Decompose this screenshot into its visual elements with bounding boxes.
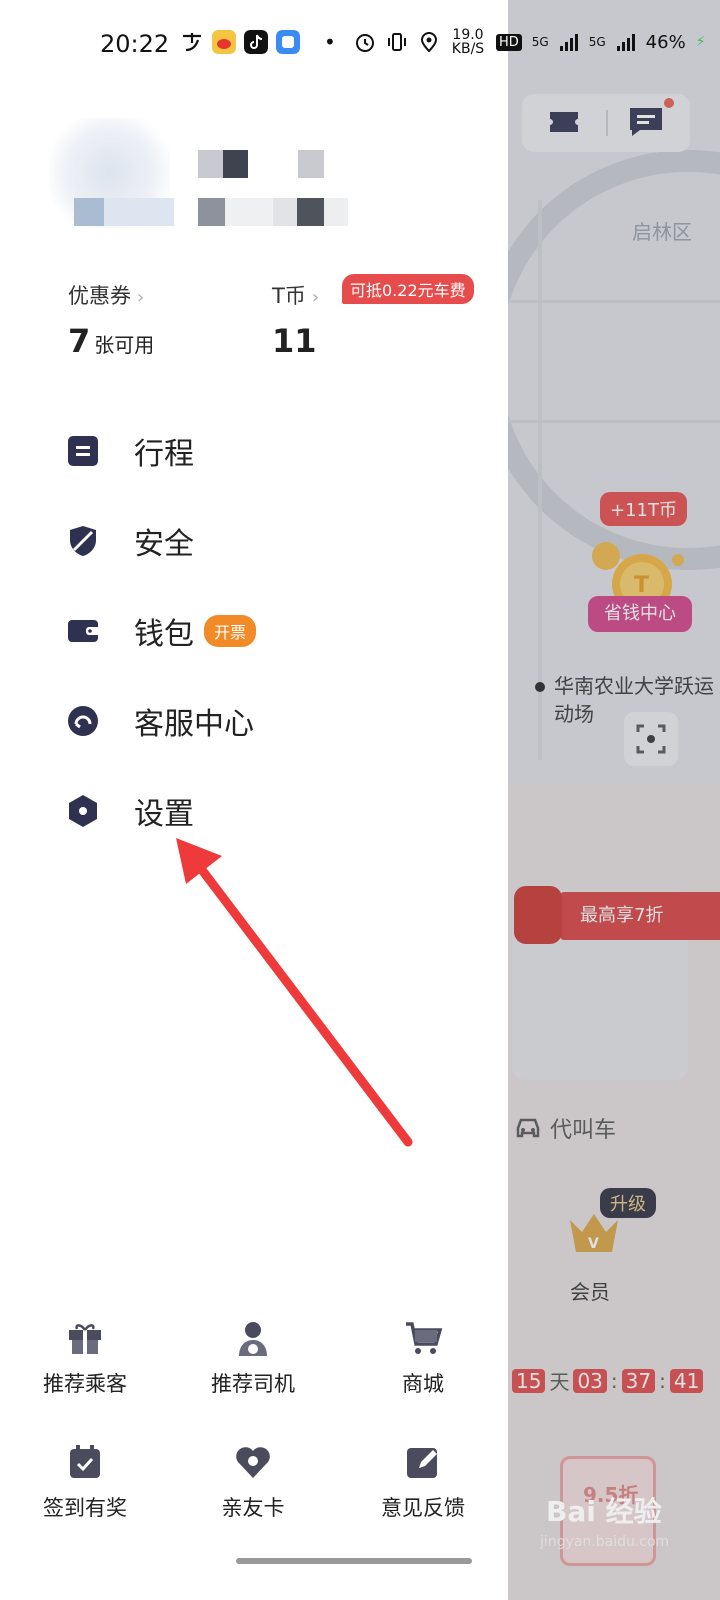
watermark-url: jingyan.baidu.com [540, 1534, 670, 1550]
dim-overlay[interactable] [508, 0, 720, 1600]
coupon-link[interactable]: 优惠券 › [68, 280, 144, 310]
tcoin-value[interactable]: 11 [272, 322, 317, 360]
menu-label-wallet: 钱包 [134, 617, 194, 652]
grid-item-refer-driver[interactable]: 推荐司机 [168, 1318, 338, 1398]
home-indicator[interactable] [236, 1558, 472, 1564]
grid-item-checkin[interactable]: 签到有奖 [0, 1442, 170, 1522]
more-notifications-dot: • [324, 30, 336, 54]
watermark: Bai 经验 [546, 1495, 662, 1528]
system-icons: 19.0 KB/S HD 5G 5G 46% ⚡ [354, 28, 706, 56]
phone-blur [74, 198, 174, 226]
grid-item-family-card[interactable]: 亲友卡 [168, 1442, 338, 1522]
tcoin-link[interactable]: T币 › [272, 280, 319, 310]
coupon-count-value: 7 [68, 322, 91, 360]
menu-item-safety[interactable]: 安全 [66, 496, 486, 586]
heart-icon [236, 1447, 270, 1478]
grid-label: 商城 [402, 1372, 444, 1396]
grid-label: 意见反馈 [381, 1496, 465, 1520]
gift-icon [69, 1324, 101, 1354]
wallet-summary: 优惠券 › 7 张可用 T币 › 可抵0.22元车费 11 [68, 274, 488, 366]
tcoin-tag: 可抵0.22元车费 [342, 274, 474, 304]
side-drawer: 优惠券 › 7 张可用 T币 › 可抵0.22元车费 11 行程 安全 钱包 开… [0, 0, 508, 1600]
invoice-badge: 开票 [204, 615, 257, 647]
sim1-type: 5G [531, 35, 549, 49]
sim2-type: 5G [588, 35, 606, 49]
menu-item-settings[interactable]: 设置 [66, 766, 486, 856]
grid-item-feedback[interactable]: 意见反馈 [338, 1442, 508, 1522]
menu-label-service: 客服中心 [134, 707, 254, 742]
edit-icon [407, 1448, 437, 1478]
grid-label: 签到有奖 [43, 1496, 127, 1520]
map-background: 启林区 +11T币 T 省钱中心 华南农业大学跃运动场 最高享7折 代叫车 升级… [508, 0, 720, 1600]
drawer-menu: 行程 安全 钱包 开票 客服中心 设置 [66, 406, 486, 856]
signal-icon [559, 34, 578, 51]
username-blur [198, 150, 248, 178]
menu-label-trips: 行程 [134, 437, 194, 472]
menu-label-safety: 安全 [134, 527, 194, 562]
menu-label-settings: 设置 [134, 797, 194, 832]
driver-icon [239, 1322, 267, 1356]
battery-level: 46% [645, 31, 686, 53]
location-icon [420, 32, 438, 53]
tcoin-label: T币 [272, 284, 306, 308]
shopping-cart-icon [406, 1322, 443, 1354]
grid-item-refer-passenger[interactable]: 推荐乘客 [0, 1318, 170, 1398]
clock: 20:22 [100, 30, 170, 58]
username-blur [298, 150, 324, 178]
coupon-label: 优惠券 [68, 284, 131, 308]
charging-icon: ⚡ [695, 34, 706, 50]
hd-icon: HD [496, 33, 522, 51]
notification-icons: • [180, 30, 336, 54]
gear-icon [69, 795, 97, 827]
menu-item-trips[interactable]: 行程 [66, 406, 486, 496]
vibrate-icon [388, 33, 406, 51]
alarm-icon [356, 34, 374, 52]
chevron-right-icon: › [311, 287, 320, 308]
wallet-icon [68, 620, 100, 642]
chevron-right-icon: › [137, 287, 145, 308]
grid-label: 推荐司机 [211, 1372, 295, 1396]
menu-item-service[interactable]: 客服中心 [66, 676, 486, 766]
shield-icon [70, 526, 96, 556]
grid-item-mall[interactable]: 商城 [338, 1318, 508, 1398]
coupon-unit: 张可用 [94, 333, 155, 357]
menu-item-wallet[interactable]: 钱包 开票 [66, 586, 486, 676]
grid-label: 推荐乘客 [43, 1372, 127, 1396]
app-icon [276, 30, 300, 54]
document-icon [68, 436, 98, 466]
phone-blur [198, 198, 348, 226]
douyin-icon [244, 30, 268, 54]
weibo-icon [212, 30, 236, 54]
calendar-check-icon [70, 1445, 100, 1478]
headset-icon [68, 706, 98, 736]
signal-icon [616, 34, 635, 51]
status-bar: 20:22 • 19.0 KB/S HD 5G 5G 46% ⚡ [0, 0, 720, 90]
grid-label: 亲友卡 [221, 1496, 285, 1520]
alipay-icon [183, 33, 201, 52]
network-speed: 19.0 KB/S [451, 27, 485, 57]
coupon-count[interactable]: 7 张可用 [68, 322, 154, 360]
